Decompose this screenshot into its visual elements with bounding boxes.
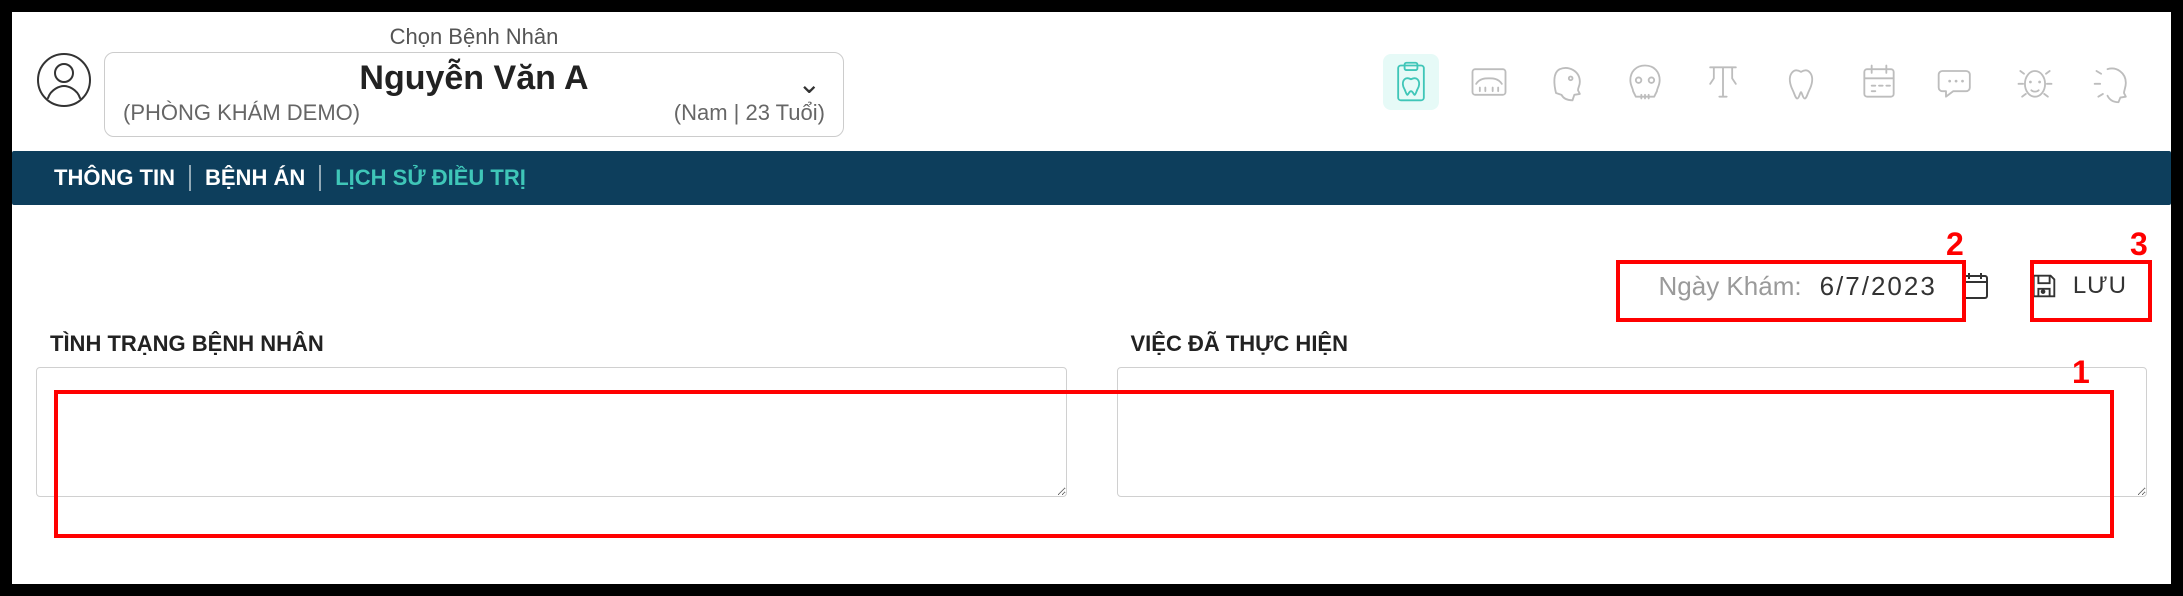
tab-benh-an[interactable]: BỆNH ÁN xyxy=(189,165,319,191)
clinic-name: (PHÒNG KHÁM DEMO) xyxy=(123,100,360,126)
face-front-icon[interactable] xyxy=(2007,54,2063,110)
tooth-icon[interactable] xyxy=(1773,54,1829,110)
tab-lich-su-dieu-tri[interactable]: LỊCH SỬ ĐIỀU TRỊ xyxy=(319,165,540,191)
patient-selector[interactable]: Nguyễn Văn A ⌄ (PHÒNG KHÁM DEMO) (Nam | … xyxy=(104,52,844,137)
tab-bar: THÔNG TIN BỆNH ÁN LỊCH SỬ ĐIỀU TRỊ xyxy=(12,151,2171,205)
patient-selector-label: Chọn Bệnh Nhân xyxy=(104,24,844,50)
patient-name: Nguyễn Văn A xyxy=(123,59,825,98)
chevron-down-icon: ⌄ xyxy=(798,67,821,100)
patient-condition-input[interactable] xyxy=(36,367,1067,497)
caliper-icon[interactable] xyxy=(1695,54,1751,110)
save-button[interactable]: LƯU xyxy=(2013,263,2143,309)
front-skull-icon[interactable] xyxy=(1617,54,1673,110)
clipboard-tooth-icon[interactable] xyxy=(1383,54,1439,110)
work-done-input[interactable] xyxy=(1117,367,2148,497)
patient-gender-age: (Nam | 23 Tuổi) xyxy=(674,100,825,126)
work-done-label: VIỆC ĐÃ THỰC HIỆN xyxy=(1117,331,2148,357)
exam-date-label: Ngày Khám: xyxy=(1659,271,1802,302)
annotation-number-3: 3 xyxy=(2130,226,2148,263)
save-icon xyxy=(2029,271,2059,301)
face-side-icon[interactable] xyxy=(2085,54,2141,110)
calendar-picker-icon[interactable] xyxy=(1955,266,1995,306)
exam-date-value[interactable]: 6/7/2023 xyxy=(1820,271,1937,302)
chat-icon[interactable] xyxy=(1929,54,1985,110)
panorama-xray-icon[interactable] xyxy=(1461,54,1517,110)
avatar-icon xyxy=(36,52,92,108)
lateral-skull-icon[interactable] xyxy=(1539,54,1595,110)
toolbar xyxy=(1383,54,2141,110)
calendar-icon[interactable] xyxy=(1851,54,1907,110)
tab-thong-tin[interactable]: THÔNG TIN xyxy=(40,165,189,191)
annotation-number-2: 2 xyxy=(1946,226,1964,263)
patient-condition-label: TÌNH TRẠNG BỆNH NHÂN xyxy=(36,331,1067,357)
save-button-label: LƯU xyxy=(2073,272,2127,300)
